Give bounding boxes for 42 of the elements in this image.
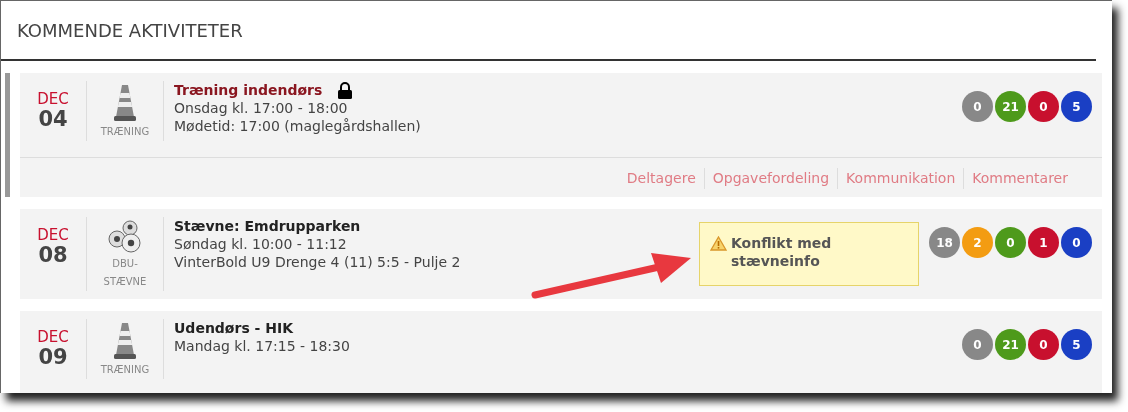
warning-icon (710, 236, 727, 251)
count-badge: 0 (962, 329, 993, 360)
date-day: 09 (20, 346, 86, 370)
count-badge: 5 (1061, 329, 1092, 360)
cone-icon (114, 83, 136, 123)
activity-title: Udendørs - HIK (174, 319, 294, 338)
count-badge: 0 (1028, 329, 1059, 360)
cone-icon (114, 321, 136, 361)
warning-text: Konflikt med stævneinfo (731, 234, 833, 272)
date-day: 04 (20, 108, 86, 132)
category-label: TRÆNING (99, 125, 151, 139)
count-badge: 0 (995, 227, 1026, 258)
activity-detail: Mødetid: 17:00 (maglegårdshallen) (174, 117, 422, 136)
section-heading: KOMMENDE AKTIVITETER (1, 1, 1096, 61)
activity-link[interactable]: Opgavefordeling (703, 168, 838, 189)
count-badge: 21 (995, 329, 1026, 360)
activity-title: Stævne: Emdrupparken (174, 217, 361, 236)
date-month: DEC (36, 90, 70, 108)
count-badge: 5 (1061, 91, 1092, 122)
activity-detail: Søndag kl. 10:00 - 11:12 (174, 235, 348, 254)
date-month: DEC (36, 328, 70, 346)
activity-card[interactable]: DEC 09 TRÆNING Udendørs - HIK Mandag kl. 17:15 - 18:30 0 21 0 5 (20, 311, 1102, 393)
count-badge: 2 (962, 227, 993, 258)
count-badge: 18 (929, 227, 960, 258)
activity-link[interactable]: Deltagere (618, 168, 704, 189)
activity-link[interactable]: Kommentarer (963, 168, 1076, 189)
category-label: TRÆNING (99, 363, 151, 377)
balls-icon (108, 219, 142, 255)
activity-link[interactable]: Kommunikation (837, 168, 964, 189)
count-badge: 0 (962, 91, 993, 122)
activity-card[interactable]: DEC 08 DBU-STÆVNE Stævne: Emdrupparken Søndag kl. 10:00 - 11:12 VinterBold U9 Drenge 4 (11) 5:5 - Pulje 2 Konflikt med stævneinfo 18 2 0 1 0 (20, 209, 1102, 299)
count-badge: 0 (1028, 91, 1059, 122)
date-month: DEC (36, 226, 70, 244)
activity-detail: VinterBold U9 Drenge 4 (11) 5:5 - Pulje 2 (174, 253, 462, 272)
category-label: DBU-STÆVNE (102, 257, 148, 289)
count-badge: 1 (1028, 227, 1059, 258)
activity-title: Træning indendørs (174, 81, 323, 100)
count-badge: 21 (995, 91, 1026, 122)
activity-detail: Mandag kl. 17:15 - 18:30 (174, 337, 351, 356)
count-badge: 0 (1061, 227, 1092, 258)
activity-detail: Onsdag kl. 17:00 - 18:00 (174, 99, 349, 118)
date-day: 08 (20, 244, 86, 268)
